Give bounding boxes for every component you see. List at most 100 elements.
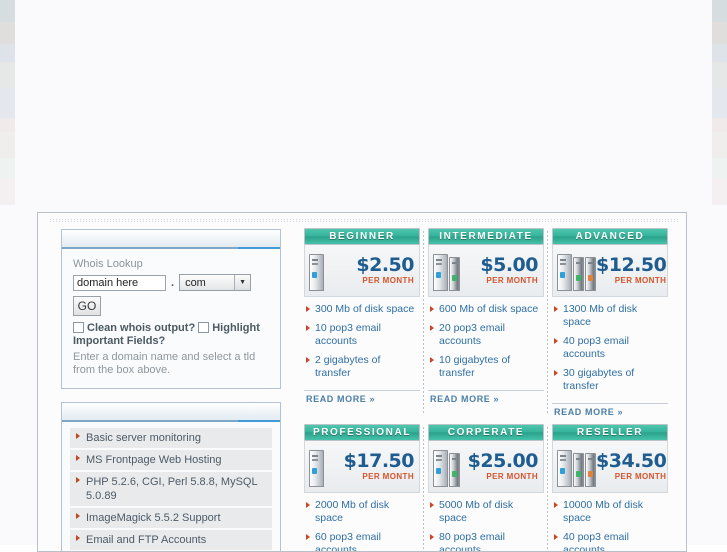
list-item: PHP 5.2.6, CGI, Perl 5.8.8, MySQL 5.0.89	[70, 472, 272, 506]
plan-feature: 60 pop3 email accounts	[306, 531, 418, 551]
tld-select[interactable]: com ▼	[179, 274, 252, 291]
plan-period: PER MONTH	[614, 472, 667, 481]
domain-input[interactable]	[73, 274, 166, 291]
whois-form-row: . com ▼	[73, 274, 269, 291]
plan-feature: 10 gigabytes of transfer	[430, 354, 542, 380]
plan-title: INTERMEDIATE	[428, 228, 544, 245]
plan-card-reseller[interactable]: RESELLER $34.50 PER MONTH 10000 Mb of di…	[548, 424, 672, 552]
arrow-bullet-icon	[554, 534, 558, 540]
dotted-top-divider	[50, 219, 680, 223]
plan-feature-label: 10 gigabytes of transfer	[439, 354, 511, 379]
plan-features: 5000 Mb of disk space 80 pop3 email acco…	[428, 493, 544, 552]
plan-title: BEGINNER	[304, 228, 420, 245]
plan-feature: 80 pop3 email accounts	[430, 531, 542, 552]
plan-feature: 30 gigabytes of transfer	[554, 367, 666, 393]
features-panel: Basic server monitoring MS Frontpage Web…	[61, 402, 281, 551]
plan-period: PER MONTH	[362, 276, 414, 285]
frame-inner: Whois Lookup . com ▼ GO	[38, 213, 686, 551]
feature-label: ImageMagick 5.5.2 Support	[86, 512, 221, 524]
plan-features: 10000 Mb of disk space 40 pop3 email acc…	[552, 493, 668, 552]
plan-feature: 10000 Mb of disk space	[554, 499, 666, 525]
plan-features: 600 Mb of disk space 20 pop3 email accou…	[428, 297, 544, 390]
plan-feature-label: 2000 Mb of disk space	[315, 499, 390, 524]
whois-panel-header	[62, 230, 280, 249]
plan-period: PER MONTH	[486, 472, 538, 481]
server-tower-icon	[309, 251, 324, 291]
plans-grid-row-1: BEGINNER $2.50 PER MONTH 300 Mb of disk …	[300, 228, 678, 424]
plan-feature-label: 80 pop3 email accounts	[439, 531, 505, 552]
plan-card-intermediate[interactable]: INTERMEDIATE $5.00 PER MONTH 600 Mb of d…	[424, 228, 548, 421]
plan-feature-label: 30 gigabytes of transfer	[563, 367, 635, 392]
server-tower-icon	[433, 447, 460, 487]
plan-title: PROFESSIONAL	[304, 424, 420, 441]
read-more-link[interactable]: READ MORE »	[304, 390, 420, 408]
plan-price: $25.00	[467, 450, 539, 472]
plan-price-box: $5.00 PER MONTH	[480, 254, 540, 286]
plan-features: 1300 Mb of disk space 40 pop3 email acco…	[552, 297, 668, 403]
feature-label: MS Frontpage Web Hosting	[86, 454, 222, 466]
left-edge-gradient-strip	[0, 0, 15, 205]
domain-tld-separator: .	[171, 276, 175, 289]
arrow-bullet-icon	[76, 477, 80, 483]
whois-help-text: Enter a domain name and select a tld fro…	[73, 351, 256, 376]
plan-title: CORPERATE	[428, 424, 544, 441]
plans-grid-row-2: PROFESSIONAL $17.50 PER MONTH 2000 Mb of…	[300, 424, 678, 552]
plan-feature-label: 2 gigabytes of transfer	[315, 354, 381, 379]
clean-whois-output-label: Clean whois output?	[87, 322, 196, 334]
arrow-bullet-icon	[76, 455, 80, 461]
chevron-down-icon[interactable]: ▼	[234, 275, 251, 290]
plan-price: $34.50	[596, 450, 667, 472]
arrow-bullet-icon	[306, 306, 310, 312]
plan-feature-label: 40 pop3 email accounts	[563, 335, 629, 360]
plan-price: $2.50	[356, 254, 414, 276]
plan-price: $12.50	[596, 254, 667, 276]
plan-card-advanced[interactable]: ADVANCED $12.50 PER MONTH 1300 Mb of dis…	[548, 228, 672, 421]
plan-hero: $5.00 PER MONTH	[428, 245, 544, 297]
read-more-link[interactable]: READ MORE »	[428, 390, 544, 408]
plan-price: $17.50	[343, 450, 415, 472]
plan-hero: $25.00 PER MONTH	[428, 441, 544, 493]
plan-feature: 40 pop3 email accounts	[554, 531, 666, 552]
go-button[interactable]: GO	[73, 296, 101, 316]
plan-hero: $17.50 PER MONTH	[304, 441, 420, 493]
arrow-bullet-icon	[306, 534, 310, 540]
feature-label: Email and FTP Accounts	[86, 534, 207, 546]
list-item: Email and FTP Accounts	[70, 530, 272, 550]
plan-feature: 20 pop3 email accounts	[430, 322, 542, 348]
plan-card-corperate[interactable]: CORPERATE $25.00 PER MONTH 5000 Mb of di…	[424, 424, 548, 552]
arrow-bullet-icon	[430, 357, 434, 363]
arrow-bullet-icon	[306, 357, 310, 363]
plan-feature-label: 1300 Mb of disk space	[563, 303, 638, 328]
plan-feature: 1300 Mb of disk space	[554, 303, 666, 329]
plan-price-box: $25.00 PER MONTH	[467, 450, 540, 482]
whois-lookup-label: Whois Lookup	[73, 258, 143, 270]
content-columns: Whois Lookup . com ▼ GO	[38, 225, 686, 551]
clean-whois-output-checkbox[interactable]	[73, 322, 84, 333]
server-tower-icon	[309, 447, 324, 487]
plan-card-beginner[interactable]: BEGINNER $2.50 PER MONTH 300 Mb of disk …	[300, 228, 424, 421]
plan-feature-label: 5000 Mb of disk space	[439, 499, 514, 524]
plan-feature-label: 10000 Mb of disk space	[563, 499, 643, 524]
plan-feature: 600 Mb of disk space	[430, 303, 542, 316]
plan-feature-label: 10 pop3 email accounts	[315, 322, 381, 347]
plan-hero: $2.50 PER MONTH	[304, 245, 420, 297]
plan-title: RESELLER	[552, 424, 668, 441]
highlight-important-fields-checkbox[interactable]	[198, 322, 210, 333]
arrow-bullet-icon	[76, 535, 80, 541]
plan-feature: 300 Mb of disk space	[306, 303, 418, 316]
plan-price: $5.00	[480, 254, 538, 276]
plan-card-professional[interactable]: PROFESSIONAL $17.50 PER MONTH 2000 Mb of…	[300, 424, 424, 551]
sidebar: Whois Lookup . com ▼ GO	[38, 225, 300, 551]
plan-feature-label: 40 pop3 email accounts	[563, 531, 629, 552]
whois-options-row: Clean whois output? Highlight Important …	[73, 322, 269, 348]
page-background: Whois Lookup . com ▼ GO	[0, 0, 727, 552]
plan-period: PER MONTH	[362, 472, 414, 481]
plan-feature-label: 600 Mb of disk space	[439, 303, 539, 315]
arrow-bullet-icon	[430, 306, 434, 312]
feature-label: PHP 5.2.6, CGI, Perl 5.8.8, MySQL 5.0.89	[86, 476, 258, 502]
server-tower-icon	[557, 447, 596, 487]
plan-features: 2000 Mb of disk space 60 pop3 email acco…	[304, 493, 420, 551]
read-more-link[interactable]: READ MORE »	[552, 403, 668, 421]
arrow-bullet-icon	[76, 513, 80, 519]
arrow-bullet-icon	[76, 433, 80, 439]
